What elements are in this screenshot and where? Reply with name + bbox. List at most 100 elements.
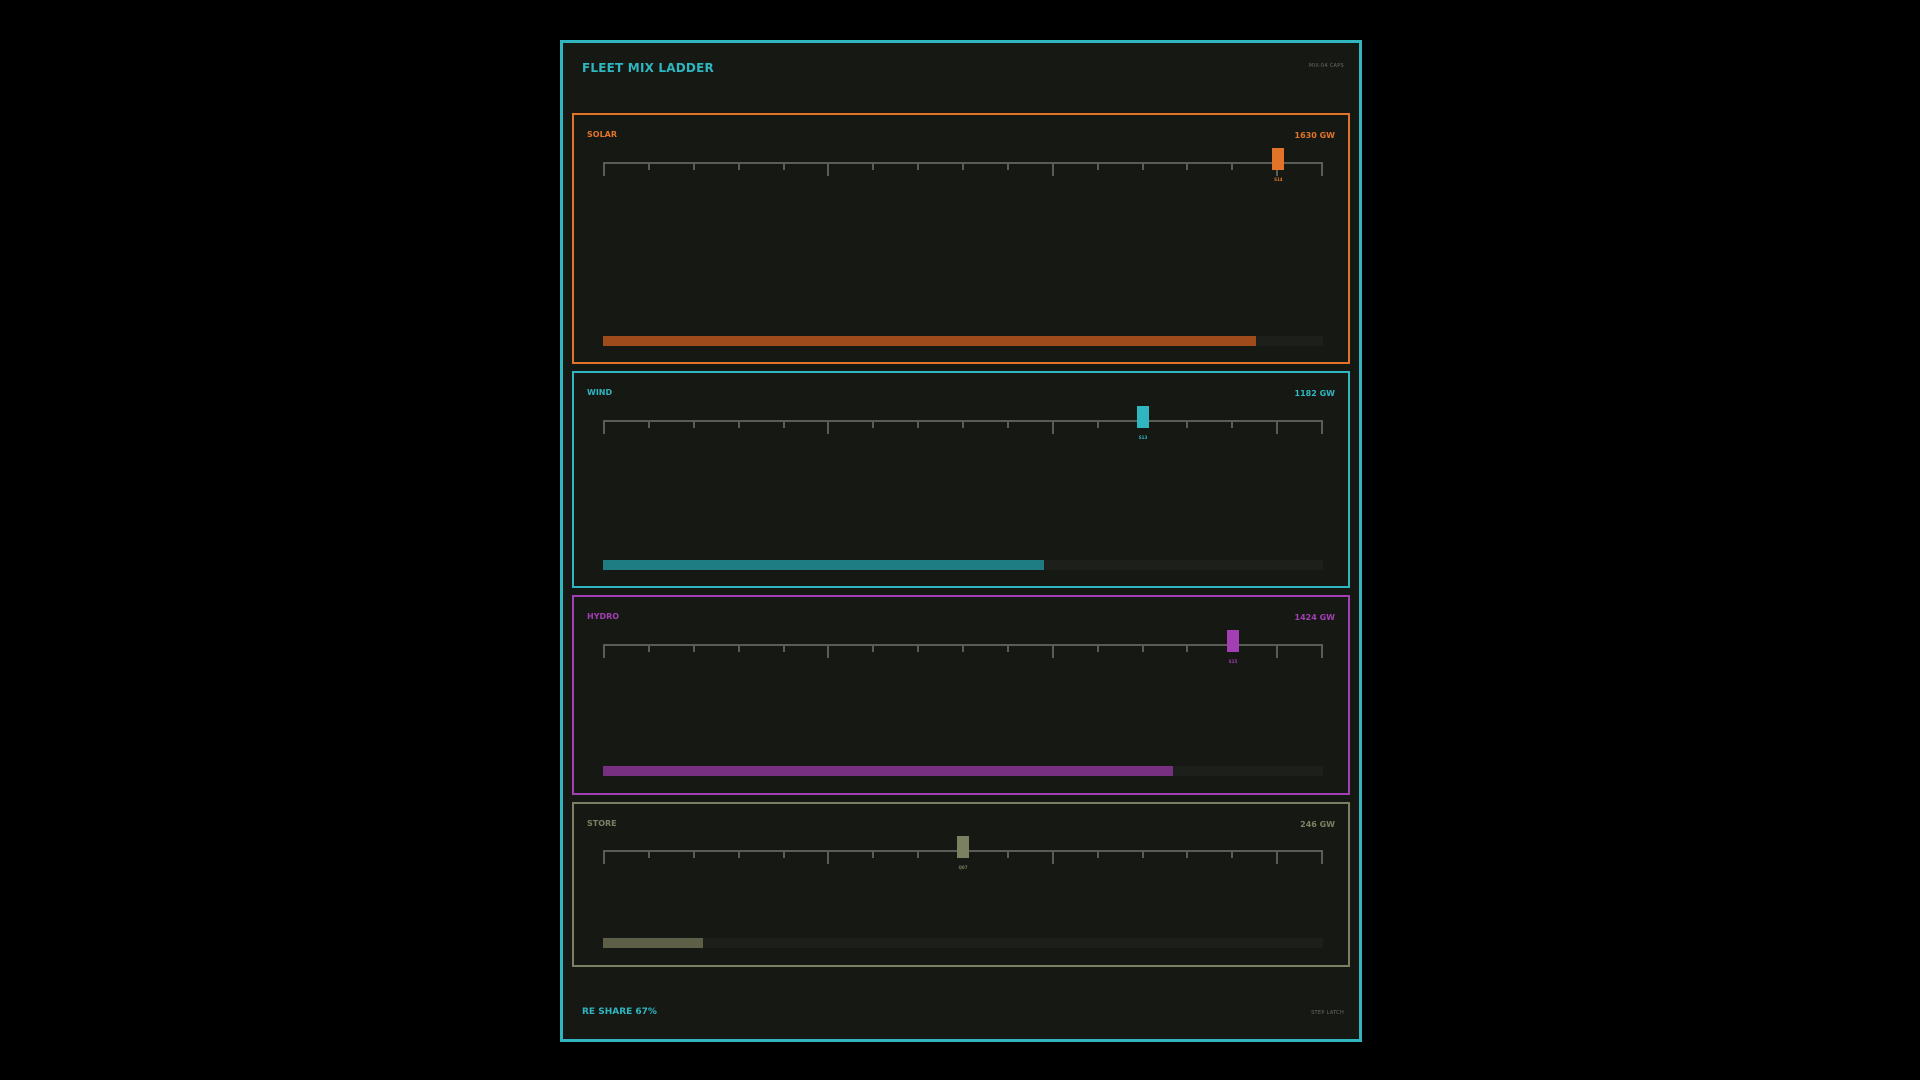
scale-tick: [693, 162, 695, 170]
slider-thumb[interactable]: [1227, 630, 1239, 652]
scale-tick: [1321, 850, 1323, 864]
scale-tick: [1186, 420, 1188, 428]
scale-tick: [1186, 644, 1188, 652]
scale-tick: [917, 420, 919, 428]
scale-tick: [827, 644, 829, 658]
re-share-readout: RE SHARE 67%: [582, 1007, 657, 1017]
scale-tick: [962, 644, 964, 652]
scale-tick: [917, 162, 919, 170]
scale-tick: [1186, 162, 1188, 170]
row-label: STORE: [587, 819, 617, 828]
step-scale[interactable]: [603, 644, 1323, 658]
scale-tick: [603, 420, 605, 434]
thumb-code: S15: [1228, 659, 1238, 664]
scale-tick: [738, 644, 740, 652]
scale-tick: [1052, 644, 1054, 658]
row-solar: SOLAR 1630 GW S14: [572, 113, 1350, 364]
scale-tick: [1142, 644, 1144, 652]
share-bar-fill: [603, 938, 704, 948]
scale-tick: [1007, 162, 1009, 170]
scale-tick: [827, 420, 829, 434]
scale-tick: [962, 162, 964, 170]
row-value: 1182 GW: [1294, 389, 1335, 398]
scale-tick: [1276, 644, 1278, 658]
row-value: 246 GW: [1300, 820, 1335, 829]
scale-tick: [962, 420, 964, 428]
fleet-mix-panel: FLEET MIX LADDER MIX-04 CAPS SOLAR 1630 …: [560, 40, 1362, 1042]
step-scale[interactable]: [603, 420, 1323, 434]
scale-tick: [827, 162, 829, 176]
share-bar: [603, 766, 1323, 776]
scale-tick: [872, 162, 874, 170]
slider-thumb[interactable]: [957, 836, 969, 858]
row-value: 1424 GW: [1294, 613, 1335, 622]
thumb-code: Q07: [958, 865, 968, 870]
scale-tick: [1321, 644, 1323, 658]
scale-tick: [1052, 420, 1054, 434]
scale-tick: [603, 644, 605, 658]
scale-tick: [1276, 420, 1278, 434]
scale-tick: [693, 644, 695, 652]
scale-tick: [1321, 420, 1323, 434]
scale-tick: [1007, 420, 1009, 428]
row-label: WIND: [587, 388, 613, 397]
scale-tick: [872, 644, 874, 652]
scale-tick: [872, 420, 874, 428]
scale-tick: [693, 420, 695, 428]
scale-tick: [1186, 850, 1188, 858]
share-bar: [603, 938, 1323, 948]
scale-tick: [1231, 420, 1233, 428]
scale-tick: [1007, 644, 1009, 652]
scale-tick: [783, 162, 785, 170]
scale-tick: [603, 162, 605, 176]
scale-tick: [1052, 850, 1054, 864]
step-scale[interactable]: [603, 162, 1323, 176]
scale-tick: [1142, 162, 1144, 170]
share-bar-fill: [603, 766, 1174, 776]
scale-tick: [1231, 850, 1233, 858]
scale-tick: [738, 162, 740, 170]
scale-tick: [648, 420, 650, 428]
slider-thumb[interactable]: [1137, 406, 1149, 428]
thumb-code: S14: [1274, 177, 1283, 182]
row-label: SOLAR: [587, 130, 618, 139]
row-hydro: HYDRO 1424 GW S15: [572, 595, 1350, 795]
panel-title: FLEET MIX LADDER: [582, 61, 714, 75]
panel-meta: MIX-04 CAPS: [1308, 63, 1344, 69]
scale-tick: [1097, 420, 1099, 428]
row-value: 1630 GW: [1294, 131, 1335, 140]
scale-tick: [783, 420, 785, 428]
scale-tick: [917, 850, 919, 858]
share-bar: [603, 560, 1323, 570]
scale-tick: [648, 850, 650, 858]
scale-tick: [648, 644, 650, 652]
step-latch-label: STEP LATCH: [1311, 1010, 1344, 1016]
scale-tick: [872, 850, 874, 858]
share-bar-fill: [603, 560, 1045, 570]
scale-tick: [783, 850, 785, 858]
scale-tick: [1097, 162, 1099, 170]
scale-tick: [603, 850, 605, 864]
scale-tick: [1007, 850, 1009, 858]
row-label: HYDRO: [587, 612, 620, 621]
scale-tick: [917, 644, 919, 652]
row-wind: WIND 1182 GW S13: [572, 371, 1350, 588]
scale-tick: [738, 420, 740, 428]
scale-tick: [1097, 850, 1099, 858]
row-store: STORE 246 GW Q07: [572, 802, 1350, 967]
scale-tick: [1097, 644, 1099, 652]
thumb-code: S13: [1138, 435, 1148, 440]
share-bar: [603, 336, 1323, 346]
scale-tick: [783, 644, 785, 652]
scale-tick: [1052, 162, 1054, 176]
scale-tick: [1276, 850, 1278, 864]
scale-tick: [1321, 162, 1323, 176]
scale-tick: [738, 850, 740, 858]
share-bar-fill: [603, 336, 1257, 346]
scale-tick: [1142, 850, 1144, 858]
scale-tick: [1231, 162, 1233, 170]
slider-thumb[interactable]: [1272, 148, 1285, 170]
scale-tick: [827, 850, 829, 864]
scale-tick: [693, 850, 695, 858]
scale-tick: [648, 162, 650, 170]
